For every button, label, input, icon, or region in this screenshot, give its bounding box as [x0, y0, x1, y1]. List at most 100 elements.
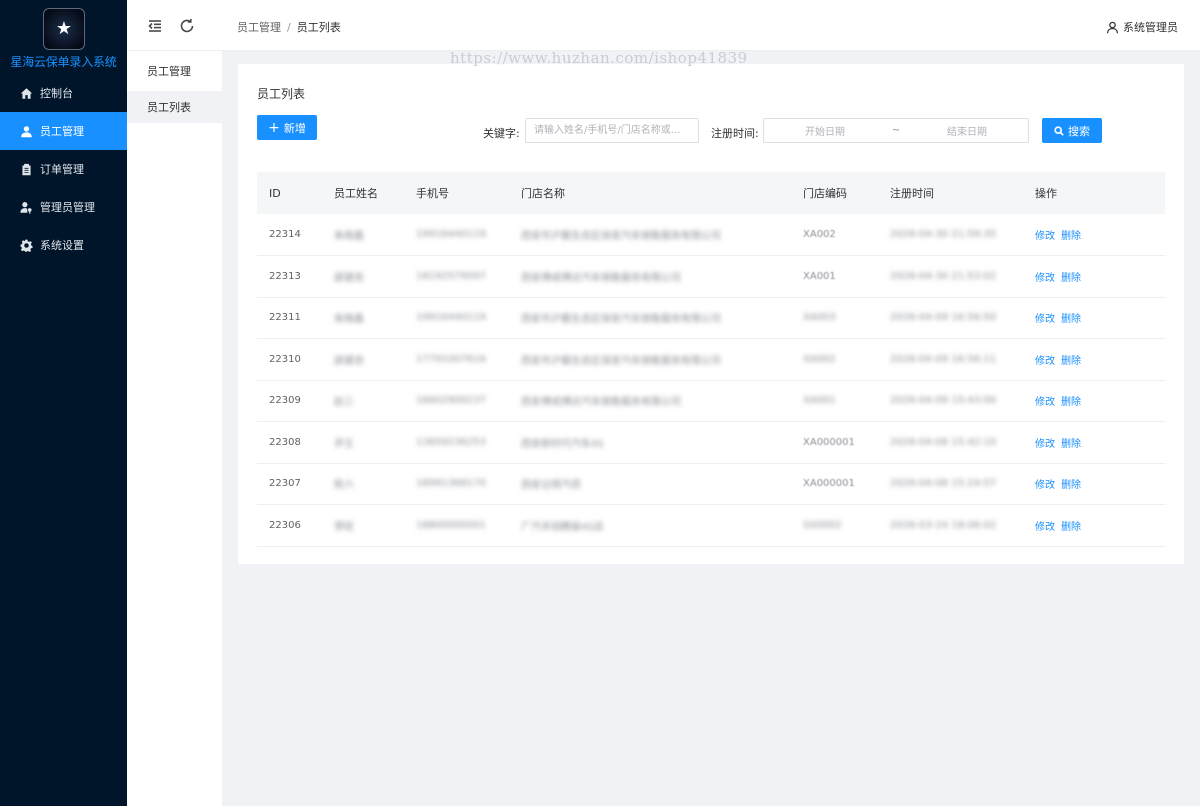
column-header-name: 员工姓名: [322, 172, 404, 214]
cell-phone: 18192579597: [404, 255, 509, 298]
cell-store: 西安市沪霸生态区保安汽车销售服务有限公司: [509, 338, 791, 381]
breadcrumb-item-current: 员工列表: [296, 21, 341, 34]
search-button[interactable]: 搜索: [1042, 118, 1102, 143]
sidebar-item-dashboard[interactable]: 控制台: [0, 74, 127, 112]
sidebar-item-settings[interactable]: 系统设置: [0, 226, 127, 264]
keyword-search-input[interactable]: [525, 118, 699, 143]
cell-actions: 修改 删除: [1023, 504, 1165, 547]
star-logo-icon: ★: [55, 18, 73, 39]
end-date-input[interactable]: 结束日期: [906, 123, 1028, 138]
cell-register-time: 2026-04-08 15:42:10: [878, 421, 1023, 464]
cell-store-code: XA000001: [791, 421, 878, 464]
date-range-picker[interactable]: 开始日期 ~ 结束日期: [763, 118, 1029, 143]
user-outline-icon: [1107, 21, 1118, 33]
register-time-label: 注册时间:: [711, 127, 759, 140]
edit-link[interactable]: 修改: [1035, 439, 1055, 450]
cell-name: 尹王: [322, 421, 404, 464]
cell-name: 赵三: [322, 380, 404, 422]
top-header: 员工管理 / 员工列表 系统管理员: [127, 0, 1200, 51]
sub-menu-item-employee-list[interactable]: 员工列表: [127, 91, 222, 123]
table-row: 22306 李旺 18800000001 广汽丰田腾骏4S店 SX0002 2026-03…: [257, 504, 1165, 547]
home-icon: [19, 86, 33, 100]
cell-store-code: XA002: [791, 214, 878, 256]
cell-actions: 修改 删除: [1023, 297, 1165, 339]
sidebar-item-employees[interactable]: 员工管理: [0, 112, 127, 150]
edit-link[interactable]: 修改: [1035, 314, 1055, 325]
cell-id: 22309: [257, 380, 322, 422]
user-menu[interactable]: 系统管理员: [1106, 19, 1178, 35]
cell-register-time: 2026-04-08 15:24:57: [878, 463, 1023, 505]
delete-link[interactable]: 删除: [1061, 356, 1081, 367]
cell-id: 22314: [257, 214, 322, 256]
start-date-input[interactable]: 开始日期: [764, 123, 886, 138]
cell-name: 陈六: [322, 463, 404, 505]
cell-name: 李旺: [322, 504, 404, 547]
app-logo: ★: [43, 8, 85, 50]
delete-link[interactable]: 删除: [1061, 397, 1081, 408]
table-row: 22308 尹王 13659236253 西安新时代汽车4S XA000001 2026-…: [257, 421, 1165, 464]
breadcrumb: 员工管理 / 员工列表: [237, 19, 341, 35]
edit-link[interactable]: 修改: [1035, 480, 1055, 491]
cell-register-time: 2026-03-24 18:06:02: [878, 504, 1023, 547]
delete-link[interactable]: 删除: [1061, 439, 1081, 450]
sub-menu: 员工管理 员工列表: [127, 51, 222, 806]
sidebar-item-label: 系统设置: [40, 239, 84, 252]
edit-link[interactable]: 修改: [1035, 356, 1055, 367]
table-row: 22309 赵三 16602900237 西安傅成博达汽车销售服务有限公司 XA001 2…: [257, 380, 1165, 422]
app-title: 星海云保单录入系统: [10, 55, 117, 69]
cell-store: 西安市沪霸生态区保安汽车销售服务有限公司: [509, 297, 791, 339]
edit-link[interactable]: 修改: [1035, 273, 1055, 284]
sidebar: ★ 星海云保单录入系统 控制台 员工管理 订单管理 管理员管理 系统设置: [0, 0, 127, 806]
delete-link[interactable]: 删除: [1061, 480, 1081, 491]
cell-store: 西安傅成博达汽车销售服务有限公司: [509, 380, 791, 422]
column-header-actions: 操作: [1023, 172, 1165, 214]
table-header-row: ID 员工姓名 手机号 门店名称 门店编码 注册时间 操作: [257, 172, 1165, 214]
sidebar-item-orders[interactable]: 订单管理: [0, 150, 127, 188]
column-header-store: 门店名称: [509, 172, 791, 214]
cell-id: 22306: [257, 504, 322, 547]
sidebar-nav: 控制台 员工管理 订单管理 管理员管理 系统设置: [0, 74, 127, 264]
collapse-menu-icon[interactable]: [147, 18, 163, 34]
sub-menu-title[interactable]: 员工管理: [127, 51, 222, 91]
cell-store-code: XA002: [791, 338, 878, 381]
refresh-icon[interactable]: [179, 18, 195, 34]
keyword-label: 关键字:: [483, 127, 520, 140]
delete-link[interactable]: 删除: [1061, 314, 1081, 325]
table-row: 22310 邵建忠 17791007616 西安市沪霸生态区保安汽车销售服务有限公司 X…: [257, 338, 1165, 381]
cell-name: 邵建忠: [322, 255, 404, 298]
edit-link[interactable]: 修改: [1035, 231, 1055, 242]
cell-register-time: 2026-04-30 21:59:35: [878, 214, 1023, 256]
cell-name: 朱晓鑫: [322, 297, 404, 339]
cell-store-code: XA001: [791, 255, 878, 298]
table-row: 22313 邵建忠 18192579597 西安傅成博达汽车销售服务有限公司 XA001…: [257, 255, 1165, 298]
cell-store-code: SX0002: [791, 504, 878, 547]
cell-name: 朱晓鑫: [322, 214, 404, 256]
clipboard-icon: [19, 162, 33, 176]
cell-id: 22307: [257, 463, 322, 505]
cell-phone: 18800000001: [404, 504, 509, 547]
delete-link[interactable]: 删除: [1061, 522, 1081, 533]
delete-link[interactable]: 删除: [1061, 231, 1081, 242]
user-key-icon: [19, 200, 33, 214]
breadcrumb-item-employees[interactable]: 员工管理: [237, 21, 281, 34]
cell-id: 22308: [257, 421, 322, 464]
add-employee-button[interactable]: + 新增: [257, 115, 317, 140]
date-range-separator: ~: [891, 125, 901, 136]
cell-actions: 修改 删除: [1023, 255, 1165, 298]
watermark-text: https://www.huzhan.com/ishop41839: [450, 49, 748, 67]
edit-link[interactable]: 修改: [1035, 522, 1055, 533]
cell-store: 西安傅成博达汽车销售服务有限公司: [509, 255, 791, 298]
table-row: 22311 朱晓鑫 19916440119 西安市沪霸生态区保安汽车销售服务有限公司 X…: [257, 297, 1165, 339]
search-icon: [1054, 125, 1064, 136]
breadcrumb-separator: /: [287, 21, 291, 34]
sidebar-item-admins[interactable]: 管理员管理: [0, 188, 127, 226]
table-row: 22307 陈六 18991368170 西安记得汽贸 XA000001 2026-04-…: [257, 463, 1165, 505]
cell-phone: 19916440119: [404, 214, 509, 256]
delete-link[interactable]: 删除: [1061, 273, 1081, 284]
edit-link[interactable]: 修改: [1035, 397, 1055, 408]
cell-register-time: 2026-04-09 15:43:00: [878, 380, 1023, 422]
cell-store-code: XA000001: [791, 463, 878, 505]
cell-store-code: XA001: [791, 380, 878, 422]
add-button-label: 新增: [283, 121, 306, 135]
cell-actions: 修改 删除: [1023, 463, 1165, 505]
